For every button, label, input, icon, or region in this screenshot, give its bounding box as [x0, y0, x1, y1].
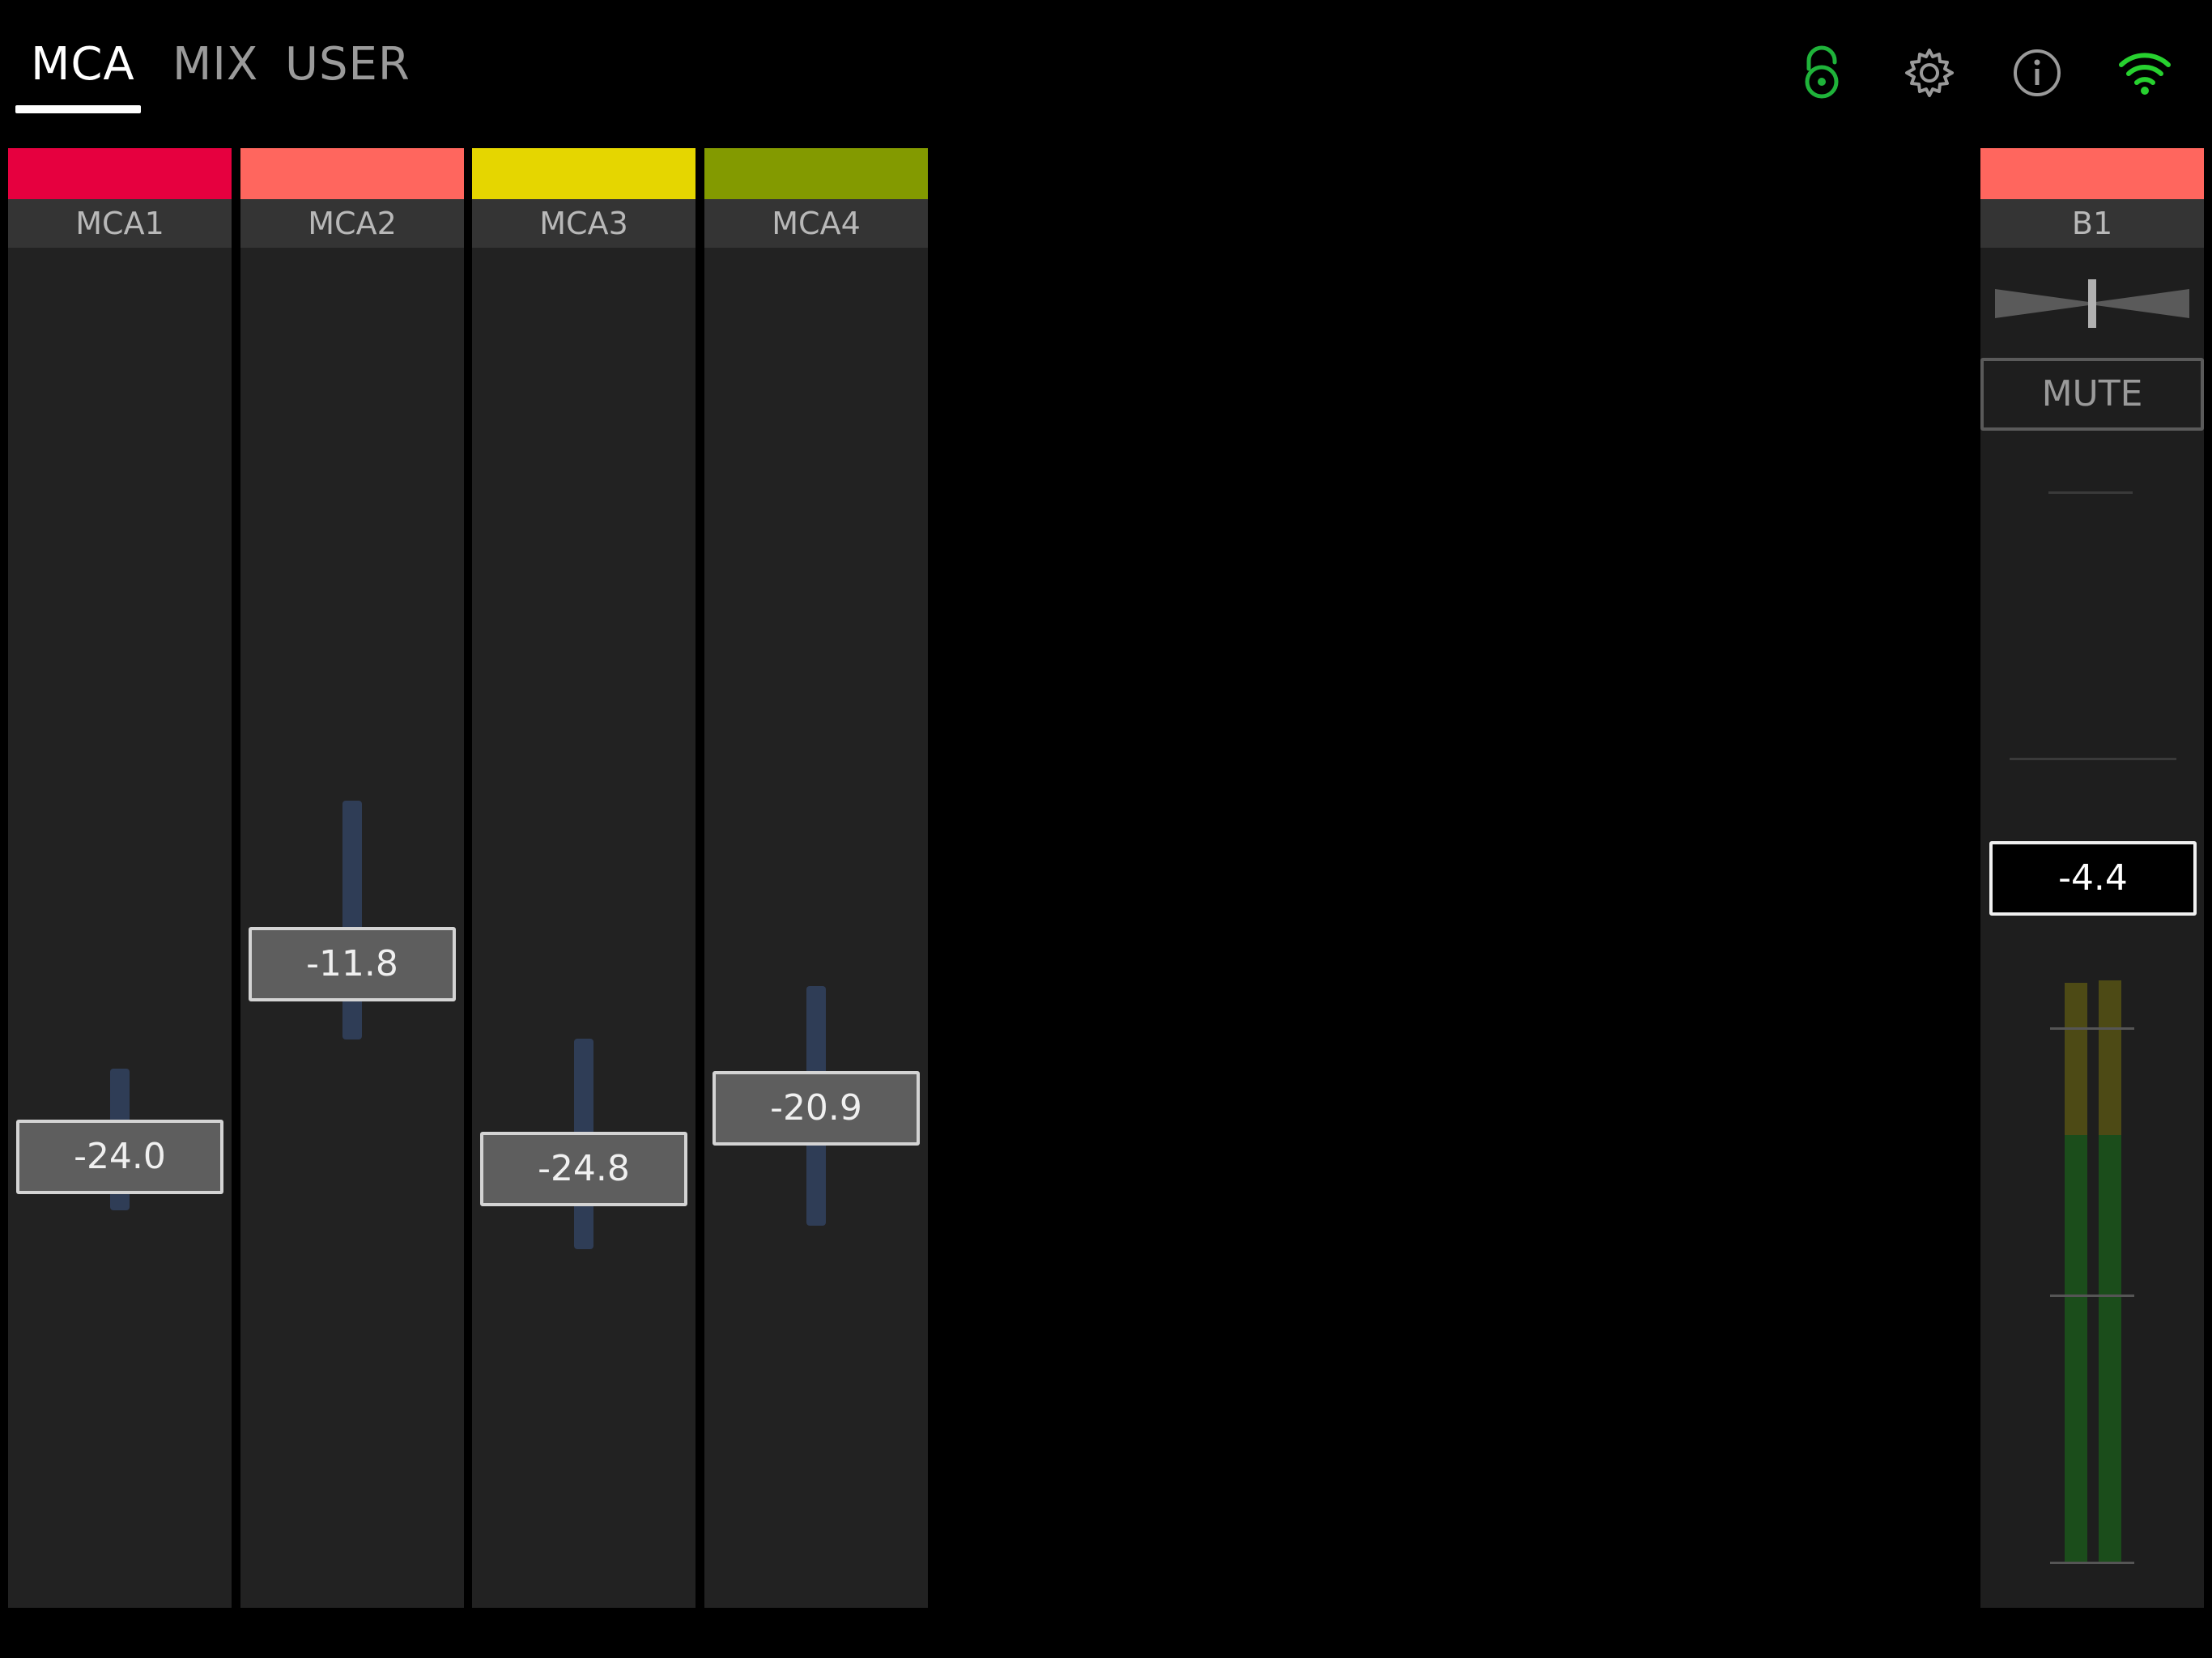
fader-zero-line — [2010, 758, 2176, 760]
divider-line — [2048, 491, 2133, 494]
gear-icon[interactable] — [1897, 40, 1962, 105]
fader-track — [342, 801, 362, 1039]
meter-scale-tick — [2050, 1027, 2134, 1030]
master-name[interactable]: B1 — [1980, 199, 2204, 248]
tab-user[interactable]: USER — [285, 24, 410, 105]
channel-strip-mca2: MCA2 -11.8 — [240, 148, 464, 1608]
channel-name[interactable]: MCA4 — [704, 199, 928, 248]
mixer-app: MCA MIX USER MCA1 -24.0 MCA2 -11.8 MCA3 … — [0, 0, 2212, 1658]
channel-color-bar — [704, 148, 928, 199]
meter-scale-tick — [2050, 1295, 2134, 1297]
master-level-value[interactable]: -4.4 — [1989, 841, 2197, 916]
meter-left — [2065, 983, 2087, 1562]
mute-button[interactable]: MUTE — [1980, 358, 2204, 431]
meter-scale-tick — [2050, 1562, 2134, 1564]
channel-strip-mca1: MCA1 -24.0 — [8, 148, 232, 1608]
lock-open-icon[interactable] — [1789, 40, 1854, 105]
master-strip-b1: B1 MUTE -4.4 — [1980, 148, 2204, 1608]
channel-name[interactable]: MCA1 — [8, 199, 232, 248]
tab-mix[interactable]: MIX — [172, 24, 258, 105]
tab-mca[interactable]: MCA — [31, 24, 135, 105]
info-icon[interactable] — [2005, 40, 2069, 105]
channel-name[interactable]: MCA3 — [472, 199, 696, 248]
active-tab-indicator — [15, 105, 141, 113]
channel-color-bar — [8, 148, 232, 199]
fader-handle[interactable]: -24.0 — [16, 1120, 223, 1194]
fader-handle[interactable]: -24.8 — [480, 1132, 687, 1206]
channel-name[interactable]: MCA2 — [240, 199, 464, 248]
channel-color-bar — [472, 148, 696, 199]
fader-handle[interactable]: -20.9 — [713, 1071, 920, 1146]
channel-strip-mca3: MCA3 -24.8 — [472, 148, 696, 1608]
meter-right — [2099, 980, 2121, 1562]
wifi-icon[interactable] — [2112, 40, 2177, 105]
channel-color-bar — [240, 148, 464, 199]
master-color-bar — [1980, 148, 2204, 199]
pan-control[interactable] — [1995, 278, 2189, 329]
fader-handle[interactable]: -11.8 — [249, 927, 456, 1001]
channel-strip-mca4: MCA4 -20.9 — [704, 148, 928, 1608]
